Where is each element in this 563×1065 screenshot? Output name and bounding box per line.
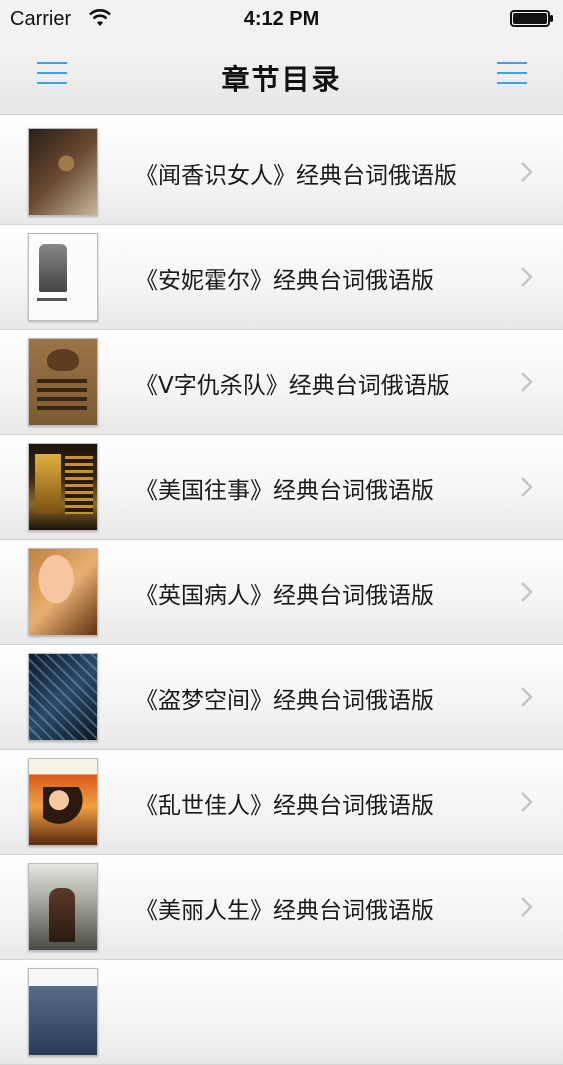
chevron-right-icon — [521, 687, 533, 707]
page-title: 章节目录 — [221, 63, 342, 96]
list-item[interactable]: 《盗梦空间》经典台词俄语版 — [0, 645, 563, 750]
movie-poster-thumbnail — [28, 653, 98, 741]
movie-poster-thumbnail — [28, 338, 98, 426]
chapter-title: 《V字仇杀队》经典台词俄语版 — [135, 373, 450, 399]
movie-poster-thumbnail — [28, 128, 98, 216]
chapter-title: 《安妮霍尔》经典台词俄语版 — [135, 268, 434, 294]
movie-poster-thumbnail — [28, 233, 98, 321]
chevron-right-icon — [521, 372, 533, 392]
movie-poster-thumbnail — [28, 968, 98, 1056]
movie-poster-thumbnail — [28, 758, 98, 846]
chapter-title: 《乱世佳人》经典台词俄语版 — [135, 793, 434, 819]
chevron-right-icon — [521, 477, 533, 497]
chevron-right-icon — [521, 162, 533, 182]
movie-poster-thumbnail — [28, 863, 98, 951]
chapter-title: 《闻香识女人》经典台词俄语版 — [135, 163, 457, 189]
list-item[interactable]: 《英国病人》经典台词俄语版 — [0, 540, 563, 645]
chapter-title: 《英国病人》经典台词俄语版 — [135, 583, 434, 609]
clock: 4:12 PM — [243, 8, 320, 30]
chapter-title: 《美丽人生》经典台词俄语版 — [135, 898, 434, 924]
right-menu-icon[interactable] — [497, 60, 527, 86]
chapter-title: 《美国往事》经典台词俄语版 — [135, 478, 434, 504]
list-item[interactable]: 《美丽人生》经典台词俄语版 — [0, 855, 563, 960]
movie-poster-thumbnail — [28, 548, 98, 636]
list-item[interactable]: 《闻香识女人》经典台词俄语版 — [0, 120, 563, 225]
chevron-right-icon — [521, 582, 533, 602]
battery-cap — [550, 15, 553, 22]
battery-icon — [510, 10, 550, 27]
list-item[interactable]: 《安妮霍尔》经典台词俄语版 — [0, 225, 563, 330]
chevron-right-icon — [521, 792, 533, 812]
status-bar: Carrier 4:12 PM — [0, 0, 563, 40]
movie-poster-thumbnail — [28, 443, 98, 531]
chapter-title: 《盗梦空间》经典台词俄语版 — [135, 688, 434, 714]
list-item[interactable]: 《乱世佳人》经典台词俄语版 — [0, 750, 563, 855]
list-item[interactable]: 《美国往事》经典台词俄语版 — [0, 435, 563, 540]
list-item[interactable] — [0, 960, 563, 1065]
list-item[interactable]: 《V字仇杀队》经典台词俄语版 — [0, 330, 563, 435]
chevron-right-icon — [521, 897, 533, 917]
chapter-list: 《闻香识女人》经典台词俄语版 《安妮霍尔》经典台词俄语版 《V字仇杀队》经典台词… — [0, 120, 563, 1065]
chevron-right-icon — [521, 267, 533, 287]
nav-bar: 章节目录 — [0, 40, 563, 115]
